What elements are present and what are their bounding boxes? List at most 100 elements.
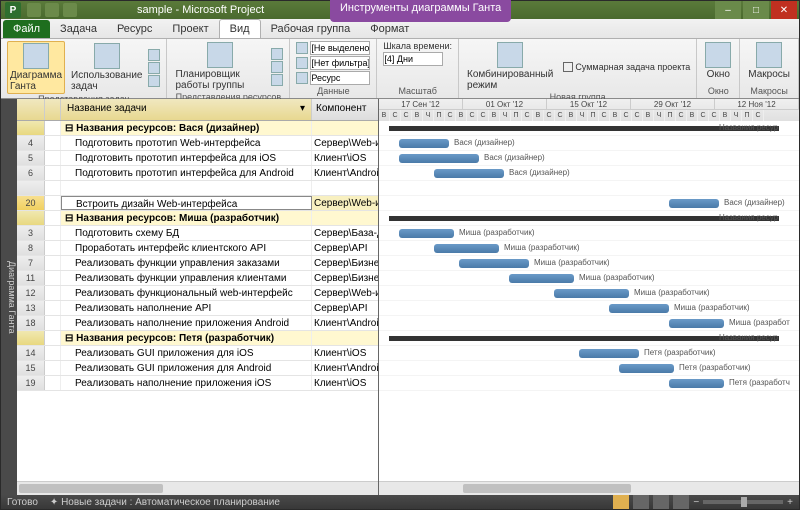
table-row[interactable]: 20 Встроить дизайн Web-интерфейсаСервер\W… bbox=[17, 196, 378, 211]
task-name-cell[interactable]: Подготовить прототип Web-интерфейса bbox=[61, 136, 312, 150]
component-cell[interactable]: Клиент\Android bbox=[312, 361, 378, 375]
component-cell[interactable]: Сервер\Web-ин bbox=[312, 196, 378, 210]
maximize-button[interactable]: □ bbox=[743, 1, 769, 19]
component-cell[interactable] bbox=[312, 211, 378, 225]
task-bar[interactable] bbox=[669, 379, 724, 388]
outline-icon[interactable] bbox=[296, 57, 308, 69]
horizontal-scrollbar[interactable] bbox=[379, 481, 799, 495]
table-row[interactable]: 12Реализовать функциональный web-интерфе… bbox=[17, 286, 378, 301]
row-number[interactable] bbox=[17, 181, 45, 195]
zoom-out-icon[interactable]: − bbox=[693, 497, 699, 508]
row-number[interactable]: 19 bbox=[17, 376, 45, 390]
sort-icon[interactable] bbox=[296, 42, 308, 54]
table-row[interactable]: 13Реализовать наполнение APIСервер\API bbox=[17, 301, 378, 316]
team-planner-button[interactable]: Планировщик работы группы bbox=[173, 41, 267, 92]
component-cell[interactable]: Клиент\iOS bbox=[312, 151, 378, 165]
table-row[interactable]: 18 Реализовать наполнение приложения Andr… bbox=[17, 316, 378, 331]
task-name-cell[interactable] bbox=[61, 181, 312, 195]
component-cell[interactable]: Сервер\Бизнес- bbox=[312, 256, 378, 270]
task-name-cell[interactable]: Реализовать наполнение приложения iOS bbox=[61, 376, 312, 390]
dropdown-icon[interactable]: ▾ bbox=[300, 103, 305, 116]
task-name-cell[interactable]: Подготовить прототип интерфейса для iOS bbox=[61, 151, 312, 165]
tables-icon[interactable] bbox=[296, 72, 308, 84]
summary-task-checkbox[interactable] bbox=[563, 62, 573, 72]
component-cell[interactable]: Сервер\API bbox=[312, 241, 378, 255]
component-cell[interactable]: Сервер\API bbox=[312, 301, 378, 315]
resource-sheet-icon[interactable] bbox=[271, 61, 283, 73]
tab-project[interactable]: Проект bbox=[162, 20, 218, 38]
row-number[interactable]: 18 bbox=[17, 316, 45, 330]
row-number-header[interactable] bbox=[17, 99, 45, 120]
view-usage-icon[interactable] bbox=[633, 495, 649, 509]
row-number[interactable]: 15 bbox=[17, 361, 45, 375]
row-number[interactable] bbox=[17, 121, 45, 135]
tab-format[interactable]: Формат bbox=[360, 20, 419, 38]
gantt-chart-button[interactable]: Диаграмма Ганта bbox=[7, 41, 65, 94]
component-cell[interactable] bbox=[312, 181, 378, 195]
timescale-dropdown[interactable] bbox=[383, 52, 443, 66]
task-name-cell[interactable]: Подготовить прототип интерфейса для Andr… bbox=[61, 166, 312, 180]
task-name-cell[interactable]: Названия ресурсов: Вася (дизайнер) bbox=[61, 121, 312, 135]
row-number[interactable]: 3 bbox=[17, 226, 45, 240]
horizontal-scrollbar[interactable] bbox=[17, 481, 378, 495]
close-button[interactable]: ✕ bbox=[771, 1, 797, 19]
task-name-cell[interactable]: Подготовить схему БД bbox=[61, 226, 312, 240]
task-name-cell[interactable]: Встроить дизайн Web-интерфейса bbox=[61, 196, 312, 210]
row-number[interactable]: 7 bbox=[17, 256, 45, 270]
component-cell[interactable]: Клиент\iOS bbox=[312, 376, 378, 390]
table-row[interactable]: 8Проработать интерфейс клиентского APIСе… bbox=[17, 241, 378, 256]
component-cell[interactable]: Клиент\Android bbox=[312, 166, 378, 180]
task-bar[interactable] bbox=[399, 154, 479, 163]
table-row[interactable]: 5 Подготовить прототип интерфейса для iOS… bbox=[17, 151, 378, 166]
task-bar[interactable] bbox=[459, 259, 529, 268]
table-row[interactable]: Названия ресурсов: Петя (разработчик) bbox=[17, 331, 378, 346]
qat-redo-icon[interactable] bbox=[63, 3, 77, 17]
task-name-cell[interactable]: Реализовать наполнение приложения Androi… bbox=[61, 316, 312, 330]
task-bar[interactable] bbox=[669, 199, 719, 208]
component-cell[interactable]: Сервер\Бизнес- bbox=[312, 271, 378, 285]
row-number[interactable]: 11 bbox=[17, 271, 45, 285]
zoom-slider[interactable] bbox=[703, 500, 783, 504]
table-row[interactable]: 3 Подготовить схему БДСервер\База-да bbox=[17, 226, 378, 241]
task-name-cell[interactable]: Реализовать GUI приложения для Android bbox=[61, 361, 312, 375]
row-number[interactable]: 14 bbox=[17, 346, 45, 360]
table-row[interactable]: Названия ресурсов: Миша (разработчик) bbox=[17, 211, 378, 226]
row-number[interactable] bbox=[17, 331, 45, 345]
task-bar[interactable] bbox=[399, 229, 454, 238]
calendar-icon[interactable] bbox=[148, 62, 160, 74]
table-row[interactable]: 11Реализовать функции управления клиента… bbox=[17, 271, 378, 286]
row-number[interactable]: 8 bbox=[17, 241, 45, 255]
row-number[interactable]: 5 bbox=[17, 151, 45, 165]
component-cell[interactable] bbox=[312, 331, 378, 345]
task-usage-button[interactable]: Использование задач bbox=[69, 42, 144, 93]
row-number[interactable]: 12 bbox=[17, 286, 45, 300]
task-bar[interactable] bbox=[399, 139, 449, 148]
task-name-cell[interactable]: Названия ресурсов: Петя (разработчик) bbox=[61, 331, 312, 345]
filter-dropdown[interactable] bbox=[310, 56, 370, 70]
tab-resource[interactable]: Ресурс bbox=[107, 20, 162, 38]
task-bar[interactable] bbox=[434, 169, 504, 178]
window-button[interactable]: Окно bbox=[703, 41, 733, 81]
task-name-cell[interactable]: Названия ресурсов: Миша (разработчик) bbox=[61, 211, 312, 225]
task-bar[interactable] bbox=[434, 244, 499, 253]
table-row[interactable]: Названия ресурсов: Вася (дизайнер) bbox=[17, 121, 378, 136]
table-row[interactable]: 6 Подготовить прототип интерфейса для And… bbox=[17, 166, 378, 181]
tab-team[interactable]: Рабочая группа bbox=[261, 20, 361, 38]
task-name-header[interactable]: Название задачи▾ bbox=[61, 99, 312, 120]
row-number[interactable]: 6 bbox=[17, 166, 45, 180]
component-cell[interactable]: Сервер\База-да bbox=[312, 226, 378, 240]
view-gantt-icon[interactable] bbox=[613, 495, 629, 509]
row-number[interactable]: 20 bbox=[17, 196, 45, 210]
view-sheet-icon[interactable] bbox=[673, 495, 689, 509]
tab-task[interactable]: Задача bbox=[50, 20, 107, 38]
task-bar[interactable] bbox=[554, 289, 629, 298]
component-cell[interactable] bbox=[312, 121, 378, 135]
other-resource-views-icon[interactable] bbox=[271, 74, 283, 86]
table-row[interactable]: 4Подготовить прототип Web-интерфейсаСерв… bbox=[17, 136, 378, 151]
task-bar[interactable] bbox=[509, 274, 574, 283]
table-row[interactable]: 7Реализовать функции управления заказами… bbox=[17, 256, 378, 271]
resource-usage-icon[interactable] bbox=[271, 48, 283, 60]
table-row[interactable]: 15 Реализовать GUI приложения для Android… bbox=[17, 361, 378, 376]
table-row[interactable]: 14Реализовать GUI приложения для iOSКлие… bbox=[17, 346, 378, 361]
view-team-icon[interactable] bbox=[653, 495, 669, 509]
